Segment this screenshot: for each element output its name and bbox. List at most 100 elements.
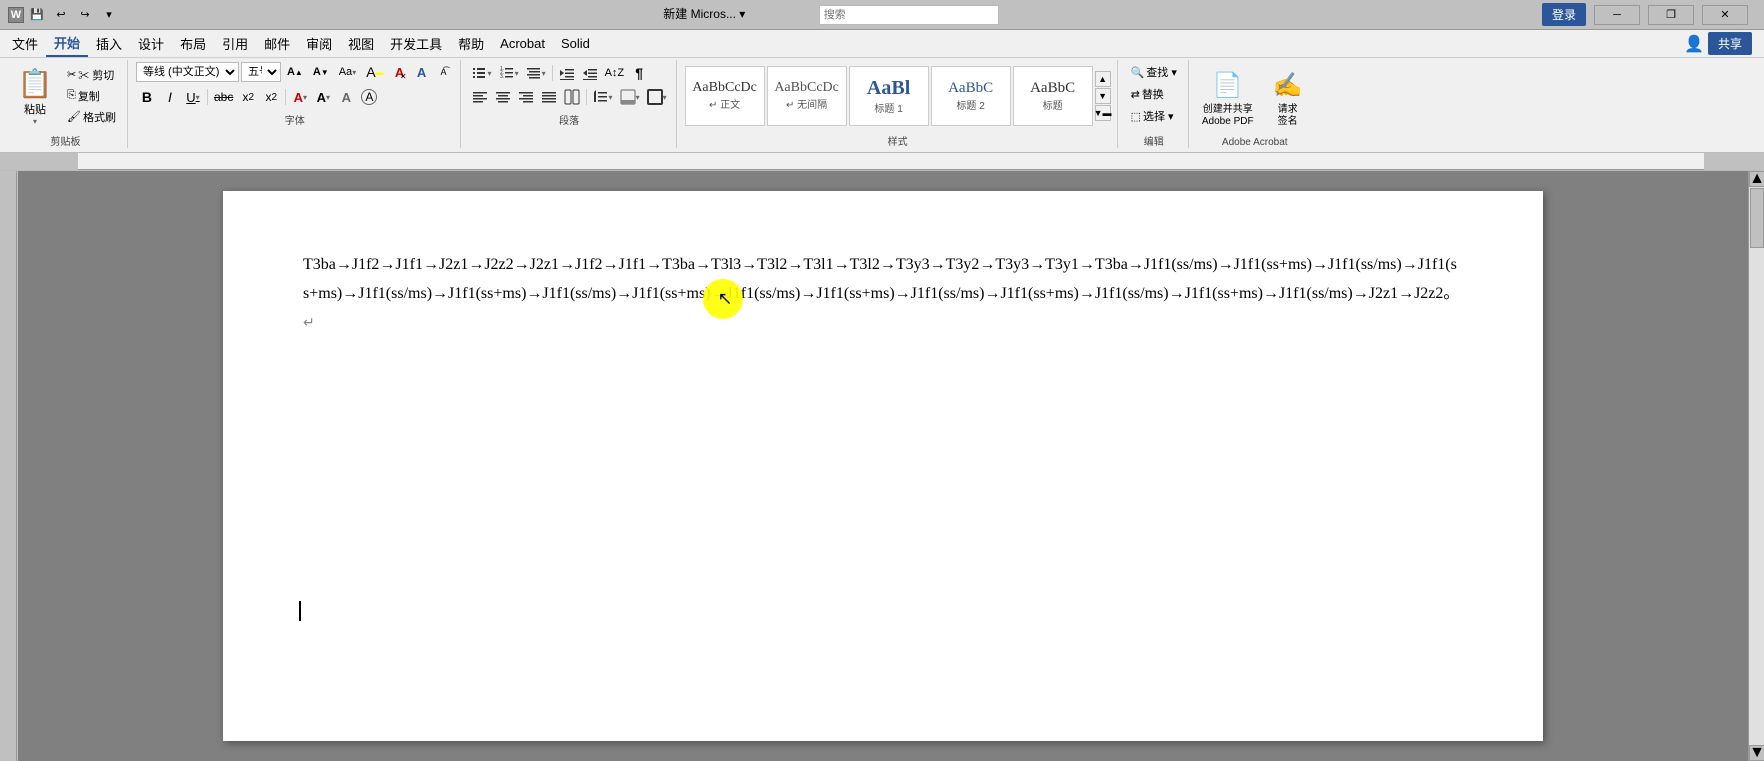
menu-acrobat[interactable]: Acrobat [492, 33, 553, 54]
undo-quick-btn[interactable]: ↩ [50, 4, 72, 26]
bold-button[interactable]: B [136, 86, 158, 108]
menu-layout[interactable]: 布局 [172, 31, 214, 56]
adobe-group: 📄 创建并共享Adobe PDF ✍ 请求签名 Adobe Acrobat [1191, 60, 1319, 148]
sort-button[interactable]: A↕Z [602, 62, 628, 84]
menu-review[interactable]: 审阅 [298, 31, 340, 56]
styles-scroll-down[interactable]: ▼ [1095, 88, 1111, 104]
font-color-button[interactable]: A ▾ [289, 86, 311, 108]
shading-button[interactable]: ▾ [617, 86, 643, 108]
create-pdf-button[interactable]: 📄 创建并共享Adobe PDF [1197, 65, 1259, 131]
clear-format-button[interactable]: A ✕ [390, 62, 410, 82]
center-button[interactable] [492, 86, 514, 108]
paragraph-mark: ↵ [303, 316, 315, 331]
decrease-indent-button[interactable] [556, 62, 578, 84]
center-icon [495, 89, 511, 105]
text-color-button[interactable]: A ▾ [312, 86, 334, 108]
menu-view[interactable]: 视图 [340, 31, 382, 56]
columns-button[interactable] [561, 86, 583, 108]
style-nospace[interactable]: AaBbCcDc ↵ 无间隔 [767, 66, 847, 126]
bullet-list-button[interactable]: ▾ [469, 62, 495, 84]
format-painter-button[interactable]: 🖌 格式刷 [62, 107, 121, 127]
style-nospace-preview: AaBbCcDc [774, 80, 839, 96]
customize-quick-btn[interactable]: ▾ [98, 4, 120, 26]
menu-design[interactable]: 设计 [130, 31, 172, 56]
word-app-icon: W [8, 7, 24, 23]
find-button[interactable]: 🔍 查找 ▾ [1126, 62, 1182, 82]
menu-developer[interactable]: 开发工具 [382, 31, 450, 56]
superscript-button[interactable]: x2 [260, 86, 282, 108]
menu-insert[interactable]: 插入 [88, 31, 130, 56]
paste-icon: 📋 [17, 65, 53, 101]
search-icon: 🔍 [1131, 66, 1145, 79]
multilevel-list-button[interactable]: ▾ [523, 62, 549, 84]
styles-group: AaBbCcDc ↵ 正文 AaBbCcDc ↵ 无间隔 AaBl 标题 1 [679, 60, 1118, 148]
menu-mailings[interactable]: 邮件 [256, 31, 298, 56]
numbered-list-button[interactable]: 1.2.3. ▾ [496, 62, 522, 84]
replace-icon: ⇄ [1131, 88, 1140, 101]
underline-button[interactable]: U▾ [182, 86, 204, 108]
login-button[interactable]: 登录 [1542, 3, 1586, 26]
decrease-font-button[interactable]: A▼ [309, 62, 333, 82]
editing-group-content: 🔍 查找 ▾ ⇄ 替换 ⬚ 选择 ▾ [1126, 62, 1182, 129]
style-heading1[interactable]: AaBl 标题 1 [849, 66, 929, 126]
text-effect-2-button[interactable]: A [335, 86, 357, 108]
search-input[interactable] [819, 5, 999, 25]
font-row-1: 等线 (中文正文) 五号 初号 小初 一号 二号 三号 四号 A▲ A▼ Aa▾… [136, 62, 454, 82]
clipboard-small-buttons: ✂ ✂ 剪切 ⎘ 复制 🖌 格式刷 [62, 65, 121, 127]
font-family-select[interactable]: 等线 (中文正文) [136, 62, 239, 82]
align-left-button[interactable] [469, 86, 491, 108]
save-quick-btn[interactable]: 💾 [26, 4, 48, 26]
text-highlight-color-button[interactable]: A▬ [362, 62, 387, 82]
phonetic-guide-button[interactable]: A͡ [434, 62, 454, 82]
styles-items: AaBbCcDc ↵ 正文 AaBbCcDc ↵ 无间隔 AaBl 标题 1 [685, 66, 1093, 126]
border-button[interactable]: ▾ [644, 86, 670, 108]
subscript-button[interactable]: x2 [237, 86, 259, 108]
scroll-thumb[interactable] [1750, 188, 1764, 248]
replace-button[interactable]: ⇄ 替换 [1126, 84, 1169, 104]
cursor-arrow: ↖ [717, 289, 732, 310]
change-case-button[interactable]: Aa▾ [335, 62, 360, 82]
styles-scroll-buttons: ▲ ▼ ▼▬ [1095, 71, 1111, 121]
menu-references[interactable]: 引用 [214, 31, 256, 56]
style-title[interactable]: AaBbC 标题 [1013, 66, 1093, 126]
strikethrough-button[interactable]: abc [211, 86, 236, 108]
style-normal[interactable]: AaBbCcDc ↵ 正文 [685, 66, 765, 126]
menu-file[interactable]: 文件 [4, 31, 46, 56]
scroll-track [1749, 187, 1764, 745]
restore-button[interactable]: ❐ [1648, 5, 1694, 25]
select-button[interactable]: ⬚ 选择 ▾ [1126, 106, 1179, 126]
menu-help[interactable]: 帮助 [450, 31, 492, 56]
scroll-up-button[interactable]: ▲ [1749, 171, 1764, 187]
left-ruler-svg [0, 171, 18, 761]
paste-button[interactable]: 📋 粘贴 ▾ [10, 62, 60, 129]
increase-font-button[interactable]: A▲ [283, 62, 307, 82]
styles-more[interactable]: ▼▬ [1095, 105, 1111, 121]
italic-button[interactable]: I [159, 86, 181, 108]
select-icon: ⬚ [1131, 110, 1141, 123]
align-right-button[interactable] [515, 86, 537, 108]
text-effect-button[interactable]: A [412, 62, 432, 82]
close-button[interactable]: ✕ [1702, 5, 1748, 25]
ruler [0, 153, 1764, 171]
scroll-down-button[interactable]: ▼ [1749, 745, 1764, 761]
menu-solid[interactable]: Solid [553, 33, 598, 54]
style-heading2[interactable]: AaBbC 标题 2 [931, 66, 1011, 126]
redo-quick-btn[interactable]: ↪ [74, 4, 96, 26]
share-button[interactable]: 共享 [1708, 32, 1752, 55]
menu-home[interactable]: 开始 [46, 30, 88, 57]
enclosure-button[interactable]: A [358, 86, 380, 108]
line-spacing-button[interactable]: ▾ [590, 86, 616, 108]
request-sign-button[interactable]: ✍ 请求签名 [1263, 65, 1313, 131]
cut-button[interactable]: ✂ ✂ 剪切 [62, 65, 121, 85]
styles-scroll-up[interactable]: ▲ [1095, 71, 1111, 87]
increase-indent-button[interactable] [579, 62, 601, 84]
document-text[interactable]: T3ba→J1f2→J1f1→J2z1→J2z2→J2z1→J1f2→J1f1→… [303, 251, 1463, 337]
justify-button[interactable] [538, 86, 560, 108]
vertical-scrollbar[interactable]: ▲ ▼ [1748, 171, 1764, 761]
line-spacing-icon [593, 89, 609, 105]
minimize-button[interactable]: ─ [1594, 5, 1640, 25]
font-size-select[interactable]: 五号 初号 小初 一号 二号 三号 四号 [241, 62, 281, 82]
show-hide-button[interactable]: ¶ [628, 62, 650, 84]
copy-button[interactable]: ⎘ 复制 [62, 86, 121, 106]
document-scroll[interactable]: ↖ T3ba→J1f2→J1f1→J2z1→J2z2→J2z1→J1f2→J1f… [18, 171, 1748, 761]
